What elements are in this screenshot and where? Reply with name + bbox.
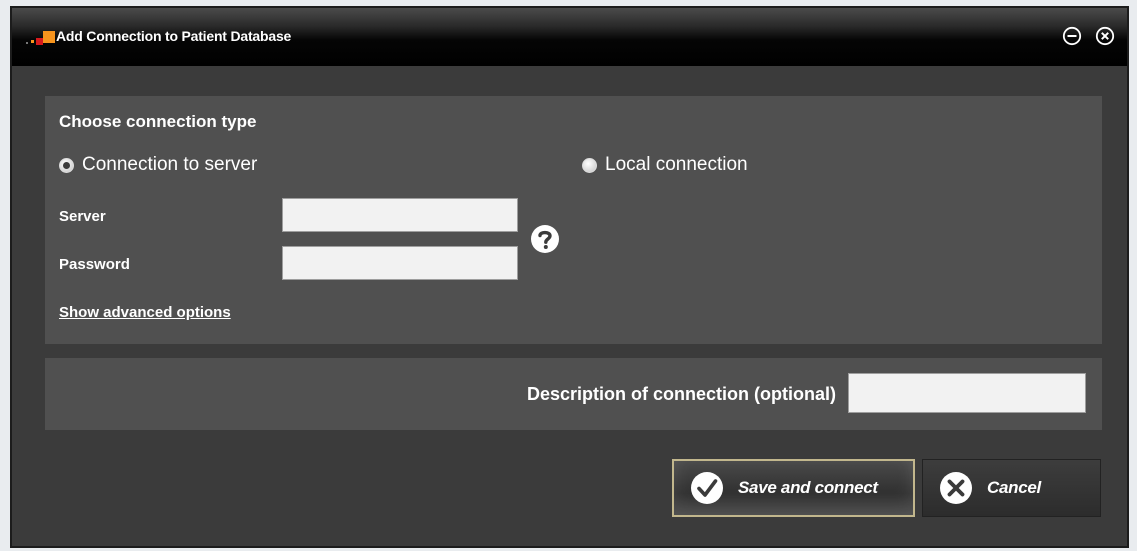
radio-button-selected[interactable]	[59, 157, 74, 173]
section-title: Choose connection type	[59, 112, 257, 131]
app-logo-icon	[24, 28, 58, 48]
cancel-button-label: Cancel	[987, 478, 1041, 497]
save-button-label: Save and connect	[738, 478, 878, 497]
checkmark-icon	[690, 471, 724, 505]
close-icon[interactable]	[1095, 26, 1115, 46]
server-input[interactable]	[282, 198, 518, 232]
radio-button-unselected[interactable]	[582, 157, 597, 173]
cancel-button[interactable]: Cancel	[922, 459, 1101, 517]
question-mark-icon[interactable]	[530, 224, 560, 254]
show-advanced-options-link[interactable]: Show advanced options	[59, 304, 231, 321]
description-label: Description of connection (optional)	[527, 384, 836, 404]
description-panel: Description of connection (optional)	[45, 358, 1102, 430]
radio-local-connection[interactable]: Local connection	[582, 154, 748, 176]
x-icon	[939, 471, 973, 505]
description-input[interactable]	[848, 373, 1086, 413]
server-label: Server	[59, 208, 106, 225]
title-bar[interactable]: Add Connection to Patient Database	[12, 8, 1127, 66]
radio-label-server: Connection to server	[82, 154, 258, 175]
password-label: Password	[59, 256, 130, 273]
save-and-connect-button[interactable]: Save and connect	[672, 459, 915, 517]
minimize-icon[interactable]	[1062, 26, 1082, 46]
dialog-window: Add Connection to Patient Database Choos…	[10, 6, 1129, 548]
radio-connection-to-server[interactable]: Connection to server	[59, 154, 257, 176]
connection-type-panel: Choose connection type Connection to ser…	[45, 96, 1102, 344]
radio-label-local: Local connection	[605, 154, 748, 175]
password-input[interactable]	[282, 246, 518, 280]
window-title: Add Connection to Patient Database	[56, 28, 292, 44]
